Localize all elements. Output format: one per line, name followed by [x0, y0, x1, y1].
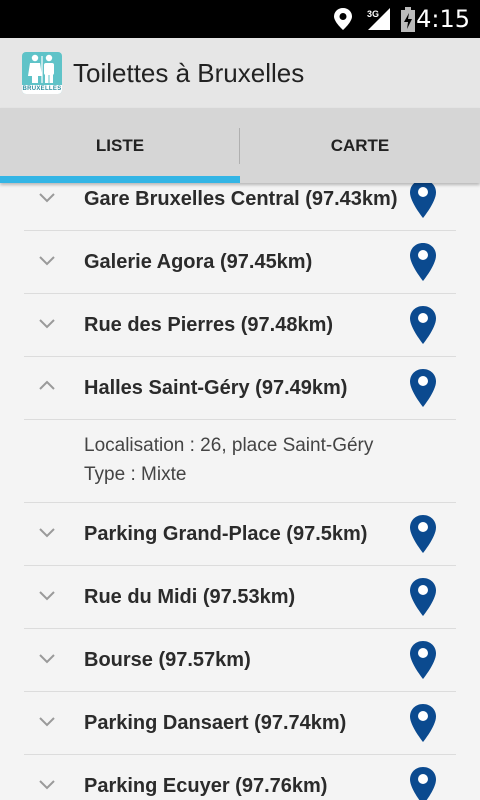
- chevron-down-icon[interactable]: [38, 652, 56, 664]
- list-item[interactable]: Rue du Midi (97.53km): [24, 566, 456, 629]
- network-type-label: 3G: [367, 9, 379, 19]
- toilet-icon: [28, 54, 54, 83]
- map-pin-icon[interactable]: [409, 640, 437, 680]
- map-pin-icon[interactable]: [409, 305, 437, 345]
- list-item[interactable]: Parking Dansaert (97.74km): [24, 692, 456, 755]
- chevron-down-icon[interactable]: [38, 589, 56, 601]
- chevron-down-icon[interactable]: [38, 317, 56, 329]
- tab-liste[interactable]: LISTE: [0, 108, 240, 183]
- list-item[interactable]: Galerie Agora (97.45km): [24, 231, 456, 294]
- signal-icon: 3G: [367, 8, 390, 30]
- list-item-label: Parking Dansaert (97.74km): [84, 712, 347, 734]
- chevron-down-icon[interactable]: [38, 254, 56, 266]
- list-item[interactable]: Gare Bruxelles Central (97.43km): [24, 183, 456, 231]
- app-title: Toilettes à Bruxelles: [73, 58, 305, 88]
- list-item[interactable]: Parking Ecuyer (97.76km): [24, 755, 456, 800]
- chevron-down-icon[interactable]: [38, 778, 56, 790]
- toilet-list[interactable]: Gare Bruxelles Central (97.43km) Galerie…: [0, 183, 480, 800]
- battery-icon: [401, 7, 415, 32]
- list-item[interactable]: Rue des Pierres (97.48km): [24, 294, 456, 357]
- list-item-label: Parking Grand-Place (97.5km): [84, 523, 368, 545]
- list-item-label: Rue des Pierres (97.48km): [84, 314, 334, 336]
- location-icon: [334, 8, 352, 30]
- list-item-label: Galerie Agora (97.45km): [84, 251, 313, 273]
- map-pin-icon[interactable]: [409, 183, 437, 219]
- tab-bar: LISTE CARTE: [0, 108, 480, 183]
- tab-carte[interactable]: CARTE: [240, 108, 480, 183]
- map-pin-icon[interactable]: [409, 577, 437, 617]
- status-bar: 3G 4:15: [0, 0, 480, 38]
- app-logo[interactable]: BRUXELLES: [22, 52, 62, 94]
- chevron-down-icon[interactable]: [38, 715, 56, 727]
- list-item-label: Rue du Midi (97.53km): [84, 586, 296, 608]
- list-item[interactable]: Bourse (97.57km): [24, 629, 456, 692]
- map-pin-icon[interactable]: [409, 766, 437, 800]
- list-item-label: Parking Ecuyer (97.76km): [84, 775, 328, 797]
- map-pin-icon[interactable]: [409, 514, 437, 554]
- map-pin-icon[interactable]: [409, 242, 437, 282]
- list-item-label: Gare Bruxelles Central (97.43km): [84, 188, 398, 210]
- action-bar: BRUXELLES Toilettes à Bruxelles: [0, 38, 480, 108]
- detail-type: Type : Mixte: [84, 464, 187, 485]
- list-item-details: Localisation : 26, place Saint-Géry Type…: [24, 420, 456, 503]
- list-item-label: Bourse (97.57km): [84, 649, 251, 671]
- map-pin-icon[interactable]: [409, 703, 437, 743]
- logo-text: BRUXELLES: [22, 85, 62, 94]
- tab-selected-indicator: [0, 176, 240, 183]
- clock: 4:15: [416, 5, 470, 33]
- chevron-down-icon[interactable]: [38, 526, 56, 538]
- chevron-down-icon[interactable]: [38, 191, 56, 203]
- list-item-label: Halles Saint-Géry (97.49km): [84, 377, 348, 399]
- map-pin-icon[interactable]: [409, 368, 437, 408]
- list-item-expanded[interactable]: Halles Saint-Géry (97.49km): [24, 357, 456, 420]
- chevron-up-icon[interactable]: [38, 380, 56, 392]
- detail-location: Localisation : 26, place Saint-Géry: [84, 435, 374, 456]
- list-item[interactable]: Parking Grand-Place (97.5km): [24, 503, 456, 566]
